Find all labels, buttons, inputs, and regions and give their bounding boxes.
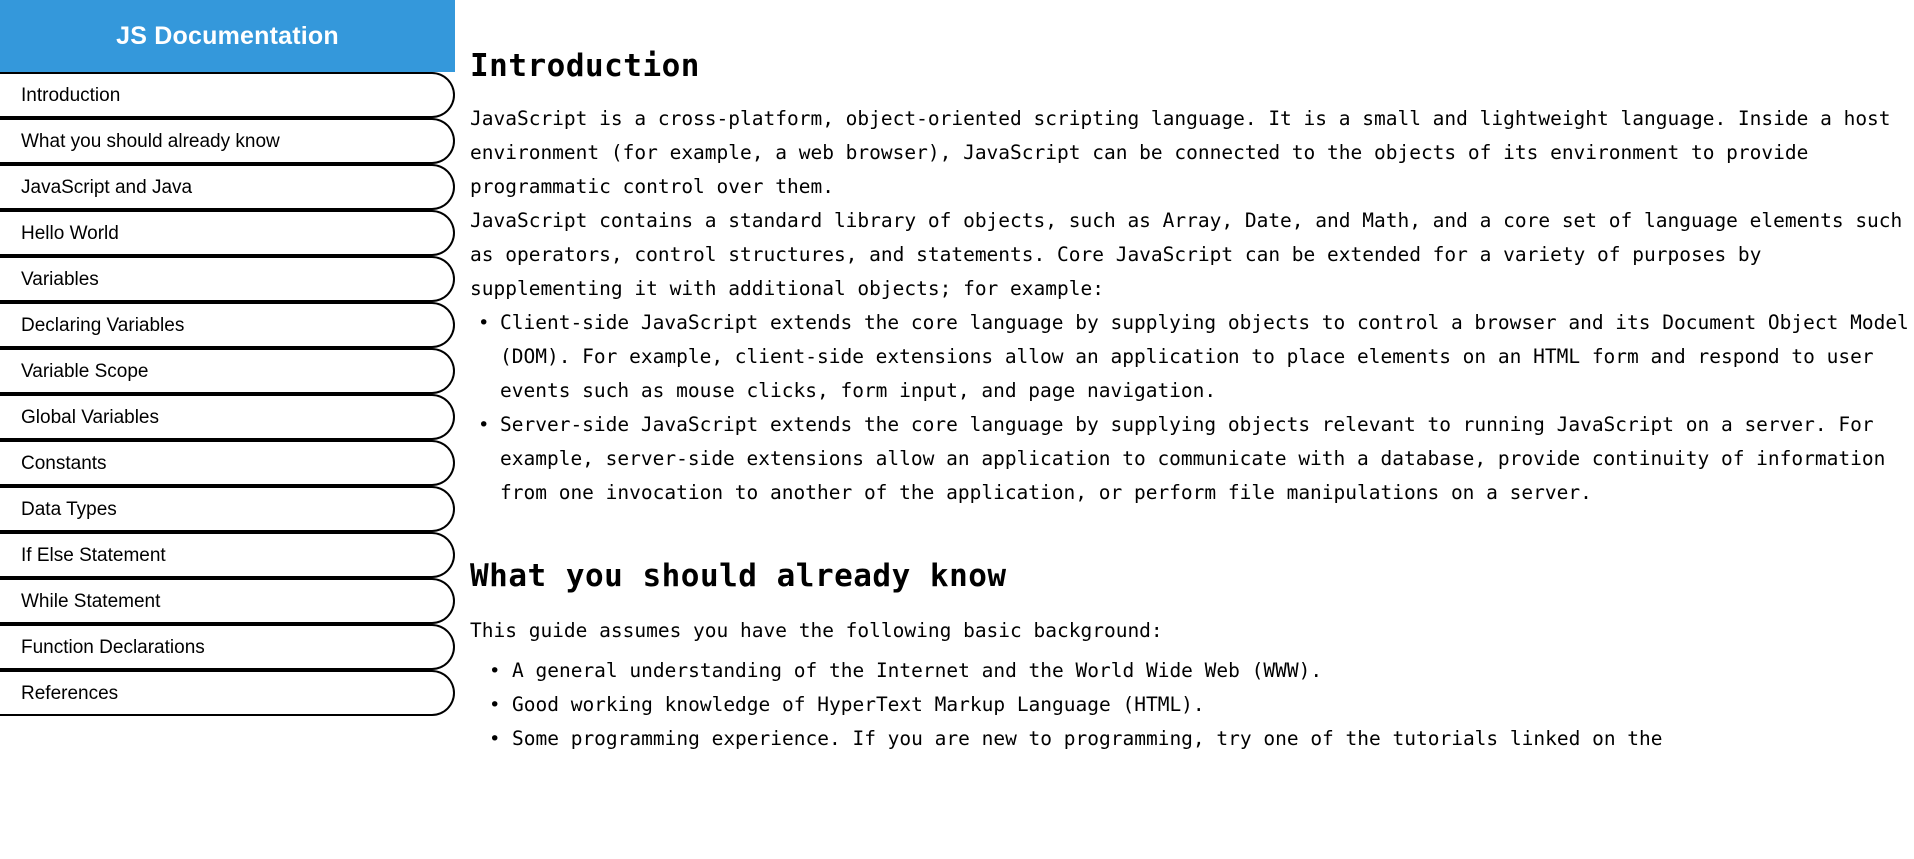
- intro-bullet-list: Client-side JavaScript extends the core …: [470, 306, 1914, 510]
- sidebar-header: JS Documentation: [0, 0, 455, 72]
- sidebar-item-declaring-variables[interactable]: Declaring Variables: [0, 302, 455, 348]
- sidebar-item-if-else-statement[interactable]: If Else Statement: [0, 532, 455, 578]
- section-what-you-should-already-know: What you should already know This guide …: [470, 510, 1914, 756]
- list-item: Some programming experience. If you are …: [470, 722, 1914, 756]
- list-item: Variable Scope: [0, 348, 455, 394]
- documentation-page: JS Documentation Introduction What you s…: [0, 0, 1914, 859]
- list-item: Global Variables: [0, 394, 455, 440]
- list-item: If Else Statement: [0, 532, 455, 578]
- sidebar-item-constants[interactable]: Constants: [0, 440, 455, 486]
- page-title: Introduction: [470, 48, 700, 84]
- list-item: Introduction: [0, 72, 455, 118]
- list-item: Hello World: [0, 210, 455, 256]
- list-item: Variables: [0, 256, 455, 302]
- list-item: Data Types: [0, 486, 455, 532]
- list-item: Function Declarations: [0, 624, 455, 670]
- sidebar-item-global-variables[interactable]: Global Variables: [0, 394, 455, 440]
- paragraph-intro-2: JavaScript contains a standard library o…: [470, 209, 1903, 300]
- list-item: Constants: [0, 440, 455, 486]
- list-item: JavaScript and Java: [0, 164, 455, 210]
- sidebar-item-function-declarations[interactable]: Function Declarations: [0, 624, 455, 670]
- list-item: What you should already know: [0, 118, 455, 164]
- sidebar-item-data-types[interactable]: Data Types: [0, 486, 455, 532]
- know-bullet-list: A general understanding of the Internet …: [470, 654, 1914, 756]
- sidebar-item-list: Introduction What you should already kno…: [0, 72, 455, 716]
- list-item: Server-side JavaScript extends the core …: [470, 408, 1914, 510]
- sidebar-item-introduction[interactable]: Introduction: [0, 72, 455, 118]
- list-item: A general understanding of the Internet …: [470, 654, 1914, 688]
- sidebar-item-what-you-should-already-know[interactable]: What you should already know: [0, 118, 455, 164]
- sidebar-item-variable-scope[interactable]: Variable Scope: [0, 348, 455, 394]
- list-item: References: [0, 670, 455, 716]
- list-item: Good working knowledge of HyperText Mark…: [470, 688, 1914, 722]
- list-item: While Statement: [0, 578, 455, 624]
- sidebar-item-hello-world[interactable]: Hello World: [0, 210, 455, 256]
- list-item: Declaring Variables: [0, 302, 455, 348]
- sidebar-navigation: JS Documentation Introduction What you s…: [0, 0, 455, 859]
- sidebar-item-javascript-and-java[interactable]: JavaScript and Java: [0, 164, 455, 210]
- list-item: Client-side JavaScript extends the core …: [470, 306, 1914, 408]
- paragraph-know-1: This guide assumes you have the followin…: [470, 619, 1163, 642]
- main-documentation: Introduction JavaScript is a cross-platf…: [470, 0, 1914, 859]
- sidebar-item-variables[interactable]: Variables: [0, 256, 455, 302]
- sidebar-title: JS Documentation: [116, 21, 339, 50]
- paragraph-intro-1: JavaScript is a cross-platform, object-o…: [470, 107, 1891, 198]
- sidebar-item-references[interactable]: References: [0, 670, 455, 716]
- section-title-what-you-should-already-know: What you should already know: [470, 558, 1007, 594]
- sidebar-item-while-statement[interactable]: While Statement: [0, 578, 455, 624]
- section-introduction: Introduction JavaScript is a cross-platf…: [470, 0, 1914, 510]
